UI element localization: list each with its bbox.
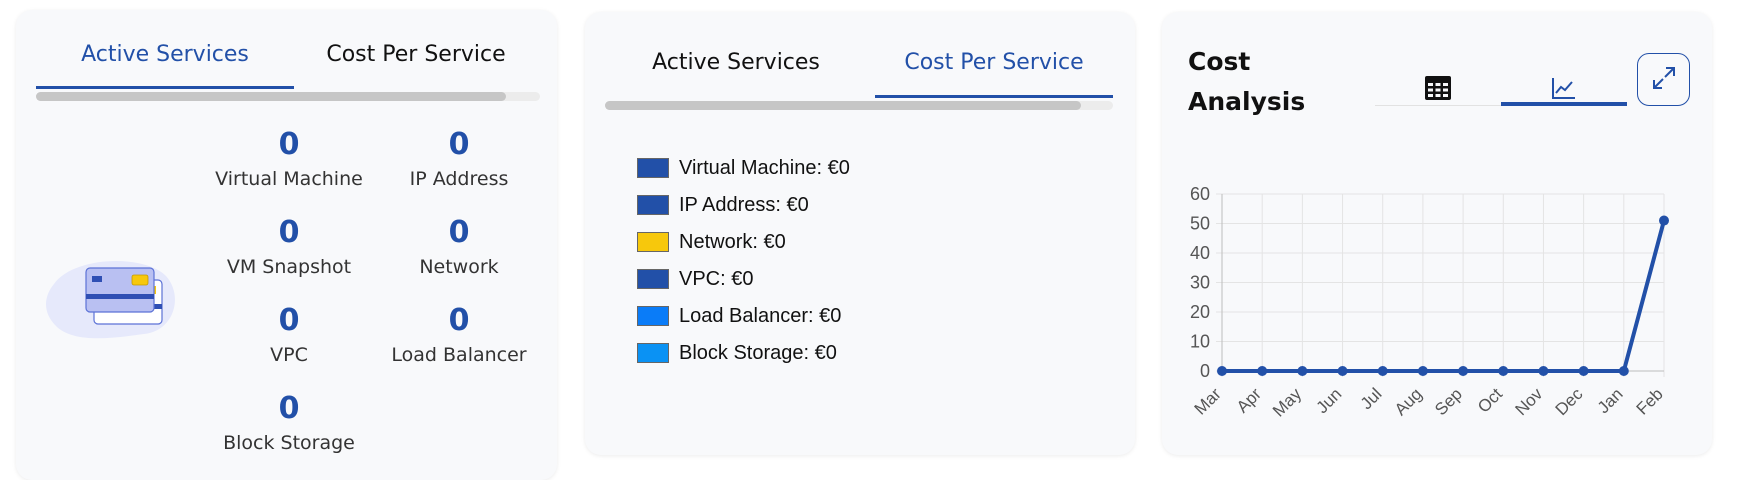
data-point: [1458, 366, 1469, 376]
active-view-indicator: [1501, 102, 1627, 106]
data-point: [1498, 366, 1509, 376]
legend-swatch: [637, 343, 669, 363]
x-tick-label: Dec: [1552, 384, 1587, 419]
legend-swatch: [637, 306, 669, 326]
y-tick-label: 20: [1190, 302, 1210, 322]
legend-item-virtual-machine: Virtual Machine: €0: [637, 155, 850, 181]
stat-value: 0: [448, 127, 470, 162]
data-point: [1538, 366, 1549, 376]
stat-label: Network: [419, 256, 499, 278]
stat-label: Block Storage: [223, 432, 355, 454]
stat-load-balancer: 0 Load Balancer: [359, 303, 559, 367]
data-point: [1659, 215, 1669, 226]
stat-label: Load Balancer: [391, 344, 527, 366]
active-services-card: Active Services Cost Per Service 0 Virtu…: [16, 10, 557, 480]
data-point: [1337, 366, 1348, 376]
x-tick-label: Jun: [1313, 384, 1346, 417]
data-point: [1618, 366, 1629, 376]
series-line: [1222, 220, 1666, 373]
expand-button[interactable]: [1637, 53, 1690, 106]
stat-value: 0: [278, 391, 300, 426]
tab-active-services[interactable]: Active Services: [36, 42, 294, 67]
x-tick-label: Jul: [1357, 384, 1386, 413]
x-tick-label: May: [1269, 384, 1305, 420]
legend-label: Network: €0: [679, 230, 786, 253]
legend-label: VPC: €0: [679, 267, 754, 290]
x-tick-label: Mar: [1191, 384, 1225, 418]
data-point: [1257, 366, 1268, 376]
tab-scrollbar-thumb[interactable]: [36, 92, 506, 101]
expand-icon: [1650, 64, 1678, 96]
credit-cards-icon: [34, 246, 184, 346]
y-tick-label: 0: [1200, 361, 1210, 381]
cost-per-service-card: Active Services Cost Per Service Virtual…: [585, 12, 1135, 455]
legend-label: Load Balancer: €0: [679, 304, 842, 327]
legend-label: Virtual Machine: €0: [679, 156, 850, 179]
legend-item-ip-address: IP Address: €0: [637, 192, 809, 218]
x-tick-label: Nov: [1511, 384, 1546, 419]
x-tick-label: Sep: [1431, 384, 1466, 419]
legend-item-load-balancer: Load Balancer: €0: [637, 303, 841, 329]
tab-active-services[interactable]: Active Services: [605, 50, 867, 75]
line-chart-icon: [1551, 76, 1577, 104]
stat-value: 0: [448, 215, 470, 250]
stat-label: IP Address: [409, 168, 509, 190]
legend-swatch: [637, 269, 669, 289]
data-point: [1578, 366, 1589, 376]
x-tick-label: Feb: [1633, 384, 1667, 418]
card-title-line2: Analysis: [1188, 87, 1306, 116]
legend-swatch: [637, 232, 669, 252]
stat-network: 0 Network: [359, 215, 559, 279]
data-point: [1217, 366, 1227, 376]
active-tab-indicator: [36, 86, 294, 89]
table-icon: [1424, 75, 1452, 105]
table-view-tab[interactable]: [1375, 62, 1501, 118]
legend-item-network: Network: €0: [637, 229, 786, 255]
y-tick-label: 60: [1190, 184, 1210, 204]
x-tick-label: Jan: [1594, 384, 1627, 417]
x-tick-label: Aug: [1391, 384, 1426, 419]
data-point: [1417, 366, 1428, 376]
tab-cost-per-service[interactable]: Cost Per Service: [875, 50, 1113, 75]
card-title-line1: Cost: [1188, 47, 1251, 76]
tab-scrollbar-thumb[interactable]: [605, 101, 1081, 110]
card-title: Cost Analysis: [1188, 42, 1305, 122]
stat-ip-address: 0 IP Address: [359, 127, 559, 191]
legend-swatch: [637, 195, 669, 215]
x-tick-label: Oct: [1474, 384, 1506, 416]
legend-item-vpc: VPC: €0: [637, 266, 753, 292]
chart-view-tab[interactable]: [1501, 62, 1627, 118]
cost-analysis-card: Cost Analysis 0 10 20 30 40 50 60 Mar Ap…: [1162, 12, 1712, 455]
data-point: [1377, 366, 1388, 376]
x-tick-label: Apr: [1233, 384, 1265, 416]
y-tick-label: 50: [1190, 214, 1210, 234]
active-tab-indicator: [875, 95, 1113, 98]
y-tick-label: 10: [1190, 332, 1210, 352]
legend-item-block-storage: Block Storage: €0: [637, 340, 837, 366]
legend-label: IP Address: €0: [679, 193, 809, 216]
legend-swatch: [637, 158, 669, 178]
stat-value: 0: [448, 303, 470, 338]
legend-label: Block Storage: €0: [679, 341, 837, 364]
stat-block-storage: 0 Block Storage: [189, 391, 389, 455]
y-tick-label: 40: [1190, 243, 1210, 263]
cost-line-chart: 0 10 20 30 40 50 60 Mar Apr May Jun Jul Aug Sep Oct Nov…: [1190, 184, 1669, 421]
y-tick-label: 30: [1190, 273, 1210, 293]
tab-cost-per-service[interactable]: Cost Per Service: [294, 42, 538, 67]
data-point: [1297, 366, 1308, 376]
